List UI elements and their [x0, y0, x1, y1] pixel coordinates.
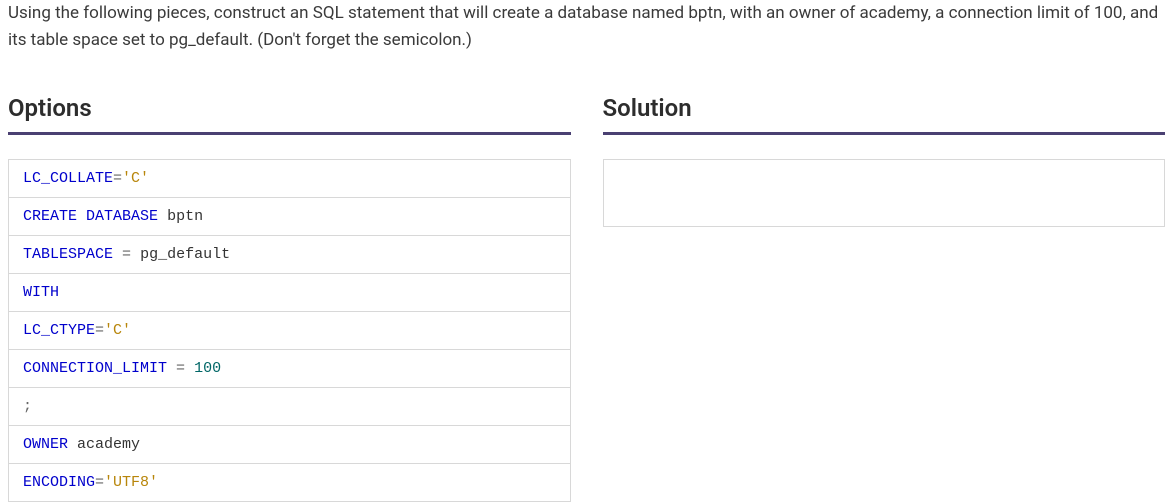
solution-dropzone[interactable]: [603, 159, 1166, 227]
option-item[interactable]: LC_COLLATE='C': [9, 160, 570, 198]
option-item[interactable]: TABLESPACE = pg_default: [9, 236, 570, 274]
option-item[interactable]: WITH: [9, 274, 570, 312]
options-header: Options: [8, 94, 571, 135]
solution-header: Solution: [603, 94, 1166, 135]
option-item[interactable]: CREATE DATABASE bptn: [9, 198, 570, 236]
option-item[interactable]: CONNECTION_LIMIT = 100: [9, 350, 570, 388]
instruction-text: Using the following pieces, construct an…: [8, 0, 1165, 54]
option-item[interactable]: LC_CTYPE='C': [9, 312, 570, 350]
options-list: LC_COLLATE='C' CREATE DATABASE bptn TABL…: [8, 159, 571, 502]
columns-wrapper: Options LC_COLLATE='C' CREATE DATABASE b…: [8, 94, 1165, 502]
option-item[interactable]: ENCODING='UTF8': [9, 464, 570, 501]
options-column: Options LC_COLLATE='C' CREATE DATABASE b…: [8, 94, 571, 502]
option-item[interactable]: ;: [9, 388, 570, 426]
option-item[interactable]: OWNER academy: [9, 426, 570, 464]
solution-column: Solution: [603, 94, 1166, 502]
